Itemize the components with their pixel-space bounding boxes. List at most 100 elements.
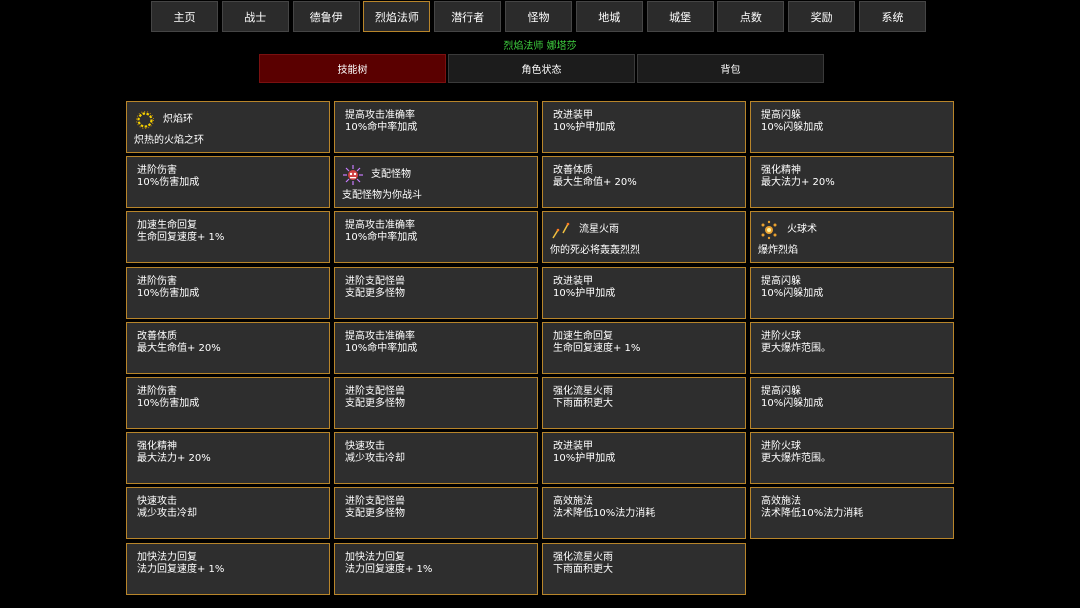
nav-tab-7[interactable]: 城堡 — [646, 1, 714, 32]
upgrade-description: 法术降低10%法力消耗 — [553, 508, 656, 520]
upgrade-cell[interactable]: 改善体质 最大生命值+ 20% — [126, 321, 330, 374]
upgrade-description: 10%命中率加成 — [345, 232, 418, 244]
upgrade-description: 下雨面积更大 — [553, 397, 613, 409]
upgrade-description: 最大生命值+ 20% — [137, 342, 221, 354]
upgrade-cell[interactable]: 进阶火球 更大爆炸范围。 — [750, 321, 954, 374]
upgrade-cell[interactable]: 强化流星火雨 下雨面积更大 — [542, 542, 746, 595]
upgrade-description: 最大法力+ 20% — [761, 177, 835, 189]
upgrade-name: 提高闪躲 — [761, 385, 801, 397]
upgrade-description: 减少攻击冷却 — [345, 453, 405, 465]
upgrade-cell[interactable]: 进阶伤害 10%伤害加成 — [126, 156, 330, 209]
upgrade-cell[interactable]: 加快法力回复 法力回复速度+ 1% — [334, 542, 538, 595]
skill-name: 炽焰环 — [163, 114, 193, 125]
upgrade-name: 提高攻击准确率 — [345, 110, 415, 121]
upgrade-cell[interactable]: 加速生命回复 生命回复速度+ 1% — [542, 321, 746, 374]
upgrade-cell[interactable]: 强化精神 最大法力+ 20% — [126, 432, 330, 485]
upgrade-description: 10%护甲加成 — [553, 453, 616, 465]
upgrade-cell[interactable]: 提高攻击准确率 10%命中率加成 — [334, 321, 538, 374]
upgrade-cell[interactable]: 提高闪躲 10%闪躲加成 — [750, 101, 954, 153]
upgrade-cell[interactable]: 强化流星火雨 下雨面积更大 — [542, 376, 746, 429]
skill-cell[interactable]: 流星火雨你的死必将轰轰烈烈 — [542, 211, 746, 264]
upgrade-name: 改进装甲 — [553, 441, 593, 453]
upgrade-description: 法术降低10%法力消耗 — [761, 508, 864, 520]
upgrade-name: 改善体质 — [553, 165, 593, 177]
upgrade-name: 改进装甲 — [553, 275, 593, 287]
upgrade-description: 10%护甲加成 — [553, 122, 616, 133]
upgrade-name: 进阶支配怪兽 — [345, 385, 405, 397]
upgrade-cell[interactable]: 进阶火球 更大爆炸范围。 — [750, 432, 954, 485]
upgrade-cell[interactable]: 加快法力回复 法力回复速度+ 1% — [126, 542, 330, 595]
upgrade-name: 强化流星火雨 — [553, 385, 613, 397]
nav-tab-8[interactable]: 点数 — [717, 1, 785, 32]
skill-cell[interactable]: 火球术 爆炸烈焰 — [750, 211, 954, 264]
upgrade-name: 改善体质 — [137, 330, 177, 342]
upgrade-cell[interactable]: 提高攻击准确率 10%命中率加成 — [334, 211, 538, 264]
skill-tree-grid: 炽焰环 炽热的火焰之环 提高攻击准确率 10%命中率加成 改进装甲 10%护甲加成 提高闪躲… — [126, 101, 954, 595]
upgrade-cell[interactable]: 快速攻击 减少攻击冷却 — [334, 432, 538, 485]
upgrade-description: 10%伤害加成 — [137, 287, 200, 299]
nav-tab-10[interactable]: 系统 — [858, 1, 926, 32]
skill-header: 支配怪物 — [342, 163, 537, 187]
upgrade-cell[interactable]: 进阶伤害 10%伤害加成 — [126, 266, 330, 319]
upgrade-name: 强化流星火雨 — [553, 551, 613, 563]
upgrade-name: 进阶伤害 — [137, 275, 177, 287]
skill-description: 爆炸烈焰 — [758, 245, 798, 257]
upgrade-name: 进阶伤害 — [137, 385, 177, 397]
upgrade-description: 减少攻击冷却 — [137, 508, 197, 520]
upgrade-cell[interactable]: 改进装甲 10%护甲加成 — [542, 432, 746, 485]
sub-tab-0[interactable]: 技能树 — [259, 54, 446, 83]
upgrade-description: 最大法力+ 20% — [137, 453, 211, 465]
nav-tab-0[interactable]: 主页 — [151, 1, 218, 32]
nav-tab-5[interactable]: 怪物 — [504, 1, 572, 32]
nav-tab-2[interactable]: 德鲁伊 — [292, 1, 360, 32]
upgrade-cell[interactable]: 强化精神 最大法力+ 20% — [750, 156, 954, 209]
upgrade-description: 最大生命值+ 20% — [553, 177, 637, 189]
upgrade-name: 强化精神 — [137, 441, 177, 453]
character-title: 烈焰法师 娜塔莎 — [503, 41, 577, 52]
skill-description: 支配怪物为你战斗 — [342, 190, 422, 202]
upgrade-cell[interactable]: 进阶伤害 10%伤害加成 — [126, 376, 330, 429]
upgrade-cell[interactable]: 改进装甲 10%护甲加成 — [542, 101, 746, 153]
upgrade-cell[interactable]: 改善体质 最大生命值+ 20% — [542, 156, 746, 209]
upgrade-cell[interactable]: 提高闪躲 10%闪躲加成 — [750, 266, 954, 319]
sub-tab-1[interactable]: 角色状态 — [448, 54, 635, 83]
nav-tab-4[interactable]: 潜行者 — [434, 1, 502, 32]
upgrade-name: 进阶火球 — [761, 441, 801, 453]
skill-header: 流星火雨 — [550, 218, 745, 242]
upgrade-cell[interactable]: 快速攻击 减少攻击冷却 — [126, 487, 330, 540]
upgrade-name: 加快法力回复 — [137, 551, 197, 563]
skill-cell[interactable]: 支配怪物支配怪物为你战斗 — [334, 156, 538, 209]
upgrade-cell[interactable]: 进阶支配怪兽 支配更多怪物 — [334, 266, 538, 319]
upgrade-name: 快速攻击 — [345, 441, 385, 453]
upgrade-cell[interactable]: 高效施法 法术降低10%法力消耗 — [542, 487, 746, 540]
upgrade-description: 支配更多怪物 — [345, 508, 405, 520]
upgrade-cell[interactable]: 提高闪躲 10%闪躲加成 — [750, 376, 954, 429]
skill-name: 流星火雨 — [579, 224, 619, 236]
upgrade-description: 10%伤害加成 — [137, 397, 200, 409]
upgrade-cell[interactable]: 提高攻击准确率 10%命中率加成 — [334, 101, 538, 153]
upgrade-description: 更大爆炸范围。 — [761, 342, 831, 354]
upgrade-cell[interactable]: 加速生命回复 生命回复速度+ 1% — [126, 211, 330, 264]
upgrade-cell[interactable]: 进阶支配怪兽 支配更多怪物 — [334, 487, 538, 540]
upgrade-name: 高效施法 — [761, 496, 801, 508]
upgrade-description: 10%命中率加成 — [345, 122, 418, 133]
nav-tab-6[interactable]: 地城 — [575, 1, 643, 32]
upgrade-cell[interactable]: 高效施法 法术降低10%法力消耗 — [750, 487, 954, 540]
sub-tab-2[interactable]: 背包 — [637, 54, 824, 83]
upgrade-name: 进阶支配怪兽 — [345, 496, 405, 508]
skill-description: 你的死必将轰轰烈烈 — [550, 245, 640, 257]
upgrade-cell[interactable]: 改进装甲 10%护甲加成 — [542, 266, 746, 319]
upgrade-description: 10%命中率加成 — [345, 342, 418, 354]
sub-tabs: 技能树 角色状态 背包 — [259, 54, 826, 83]
upgrade-name: 加速生命回复 — [553, 330, 613, 342]
nav-tab-9[interactable]: 奖励 — [788, 1, 856, 32]
skill-cell[interactable]: 炽焰环 炽热的火焰之环 — [126, 101, 330, 153]
upgrade-description: 10%伤害加成 — [137, 177, 200, 189]
upgrade-cell[interactable]: 进阶支配怪兽 支配更多怪物 — [334, 376, 538, 429]
upgrade-description: 生命回复速度+ 1% — [137, 232, 225, 244]
nav-tab-1[interactable]: 战士 — [221, 1, 289, 32]
upgrade-name: 快速攻击 — [137, 496, 177, 508]
nav-tab-3[interactable]: 烈焰法师 — [363, 1, 431, 32]
skill-header: 火球术 — [758, 218, 953, 242]
upgrade-name: 提高闪躲 — [761, 110, 801, 121]
